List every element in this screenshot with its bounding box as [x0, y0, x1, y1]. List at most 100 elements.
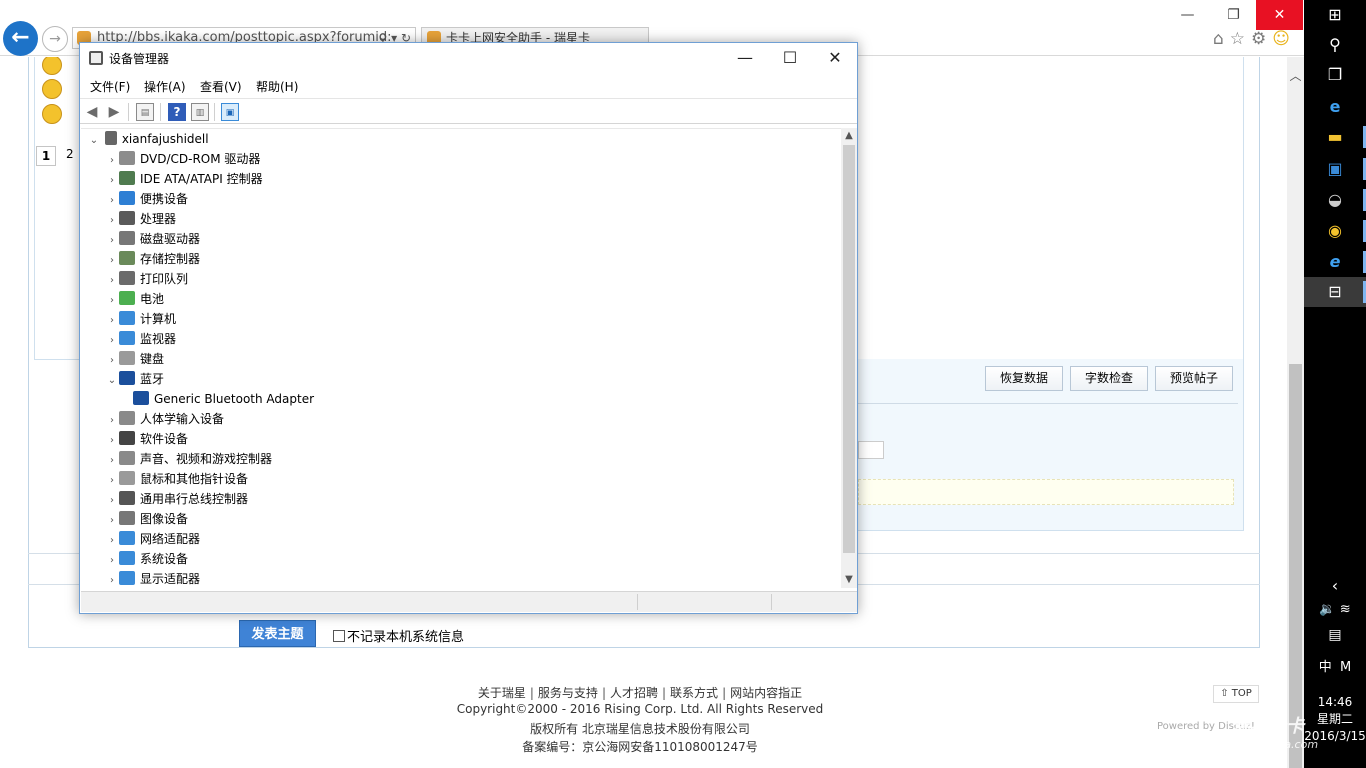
chevron-right-icon[interactable]: ›: [105, 571, 119, 588]
restore-data-button[interactable]: 恢复数据: [985, 366, 1063, 391]
footer-link-support[interactable]: 服务与支持: [538, 686, 598, 700]
emoji-icon[interactable]: [42, 79, 62, 99]
no-sysinfo-checkbox-row[interactable]: 不记录本机系统信息: [333, 626, 464, 645]
menu-file[interactable]: 文件(F): [90, 78, 130, 95]
tree-category[interactable]: › 处理器: [105, 209, 176, 229]
forward-button[interactable]: →: [42, 26, 68, 52]
preview-post-button[interactable]: 预览帖子: [1155, 366, 1233, 391]
chevron-right-icon[interactable]: ›: [105, 551, 119, 571]
ime-indicator[interactable]: 中 M: [1304, 656, 1366, 675]
notification-icon[interactable]: ▤: [1304, 627, 1366, 643]
gear-icon[interactable]: ⚙: [1251, 29, 1272, 49]
tree-category[interactable]: › 监视器: [105, 329, 176, 349]
edge-icon[interactable]: e: [1304, 92, 1366, 122]
scan-hardware-icon[interactable]: ▣: [221, 103, 239, 121]
tree-category[interactable]: › 人体学输入设备: [105, 409, 224, 429]
minimize-button[interactable]: —: [1164, 0, 1211, 30]
task-view-icon[interactable]: ❐: [1304, 60, 1366, 90]
maximize-button[interactable]: ☐: [767, 43, 813, 73]
chevron-right-icon[interactable]: ›: [105, 431, 119, 451]
store-icon[interactable]: ▣: [1304, 154, 1366, 184]
menu-view[interactable]: 查看(V): [200, 78, 242, 95]
tree-category[interactable]: › 磁盘驱动器: [105, 229, 200, 249]
window-titlebar[interactable]: 设备管理器 — ☐ ✕: [80, 43, 857, 73]
tree-category[interactable]: › 软件设备: [105, 429, 188, 449]
footer-link-about[interactable]: 关于瑞星: [478, 686, 526, 700]
chevron-right-icon[interactable]: ›: [105, 471, 119, 491]
chevron-right-icon[interactable]: ›: [105, 531, 119, 551]
home-icon[interactable]: ⌂: [1213, 29, 1230, 49]
internet-explorer-icon[interactable]: e: [1304, 247, 1366, 277]
scrollbar-thumb[interactable]: [843, 145, 855, 553]
chevron-right-icon[interactable]: ›: [105, 511, 119, 531]
tree-category[interactable]: › 显示适配器: [105, 569, 200, 588]
footer-link-contact[interactable]: 联系方式: [670, 686, 718, 700]
forward-arrow-icon[interactable]: ▶: [105, 103, 123, 121]
tree-category[interactable]: › 电池: [105, 289, 164, 309]
minimize-button[interactable]: —: [722, 43, 768, 73]
chevron-right-icon[interactable]: ›: [105, 331, 119, 351]
chevron-down-icon[interactable]: ⌄: [105, 371, 119, 391]
tree-scrollbar[interactable]: ▲ ▼: [841, 128, 857, 588]
submit-post-button[interactable]: 发表主题: [239, 620, 316, 647]
chevron-right-icon[interactable]: ›: [105, 311, 119, 331]
word-count-button[interactable]: 字数检查: [1070, 366, 1148, 391]
back-to-top-button[interactable]: ⇧ TOP: [1213, 685, 1259, 703]
back-button[interactable]: ←: [3, 21, 38, 56]
file-explorer-icon[interactable]: ▬: [1304, 122, 1366, 152]
tree-category[interactable]: › 图像设备: [105, 509, 188, 529]
tree-category[interactable]: ⌄ 蓝牙: [105, 369, 164, 389]
windows-start-icon[interactable]: ⊞: [1304, 0, 1366, 30]
properties-icon[interactable]: ▤: [136, 103, 154, 121]
smiley-icon[interactable]: ☺: [1272, 29, 1296, 49]
chevron-right-icon[interactable]: ›: [105, 491, 119, 511]
restore-button[interactable]: ❐: [1210, 0, 1257, 30]
chevron-up-icon[interactable]: ▲: [841, 128, 857, 144]
menu-help[interactable]: 帮助(H): [256, 78, 298, 95]
page-scrollbar[interactable]: ︿: [1287, 57, 1304, 768]
chevron-right-icon[interactable]: ›: [105, 191, 119, 211]
chevron-right-icon[interactable]: ›: [105, 151, 119, 171]
chevron-right-icon[interactable]: ›: [105, 211, 119, 231]
tree-category[interactable]: › IDE ATA/ATAPI 控制器: [105, 169, 263, 189]
footer-link-feedback[interactable]: 网站内容指正: [730, 686, 802, 700]
chevron-left-icon[interactable]: ‹: [1304, 576, 1366, 595]
tree-category[interactable]: › 声音、视频和游戏控制器: [105, 449, 272, 469]
tree-category[interactable]: › 键盘: [105, 349, 164, 369]
close-button[interactable]: ✕: [812, 43, 858, 73]
app-icon[interactable]: ◒: [1304, 185, 1366, 215]
chevron-right-icon[interactable]: ›: [105, 351, 119, 371]
chevron-down-icon[interactable]: ▼: [841, 572, 857, 588]
chevron-right-icon[interactable]: ›: [105, 411, 119, 431]
tree-category[interactable]: › 系统设备: [105, 549, 188, 569]
star-icon[interactable]: ☆: [1230, 29, 1251, 49]
close-button[interactable]: ✕: [1256, 0, 1303, 30]
chevron-right-icon[interactable]: ›: [105, 451, 119, 471]
pager-current[interactable]: 1: [36, 146, 56, 166]
chevron-down-icon[interactable]: ⌄: [87, 131, 101, 151]
tree-category[interactable]: › 计算机: [105, 309, 176, 329]
volume-wifi-icon[interactable]: 🔉 ≋: [1304, 602, 1366, 617]
help-icon[interactable]: ?: [168, 103, 186, 121]
search-icon[interactable]: ⚲: [1304, 30, 1366, 60]
tree-category[interactable]: › 便携设备: [105, 189, 188, 209]
chevron-up-icon[interactable]: ︿: [1287, 67, 1304, 84]
tree-root[interactable]: ⌄ xianfajushidell: [87, 129, 209, 149]
tree-category[interactable]: › DVD/CD-ROM 驱动器: [105, 149, 260, 169]
tree-category[interactable]: › 打印队列: [105, 269, 188, 289]
tree-child-item[interactable]: Generic Bluetooth Adapter: [133, 389, 314, 409]
device-manager-task-icon[interactable]: ⊟: [1304, 277, 1366, 307]
chevron-right-icon[interactable]: ›: [105, 271, 119, 291]
device-tree[interactable]: ⌄ xianfajushidell › DVD/CD-ROM 驱动器 › IDE AT…: [81, 128, 841, 588]
back-arrow-icon[interactable]: ◀: [83, 103, 101, 121]
footer-link-jobs[interactable]: 人才招聘: [610, 686, 658, 700]
emoji-icon[interactable]: [42, 104, 62, 124]
tree-category[interactable]: › 鼠标和其他指针设备: [105, 469, 248, 489]
chevron-right-icon[interactable]: ›: [105, 251, 119, 271]
rising-icon[interactable]: ◉: [1304, 216, 1366, 246]
tree-category[interactable]: › 网络适配器: [105, 529, 200, 549]
chevron-right-icon[interactable]: ›: [105, 231, 119, 251]
tree-category[interactable]: › 存储控制器: [105, 249, 200, 269]
small-input[interactable]: [858, 441, 884, 459]
menu-action[interactable]: 操作(A): [144, 78, 186, 95]
